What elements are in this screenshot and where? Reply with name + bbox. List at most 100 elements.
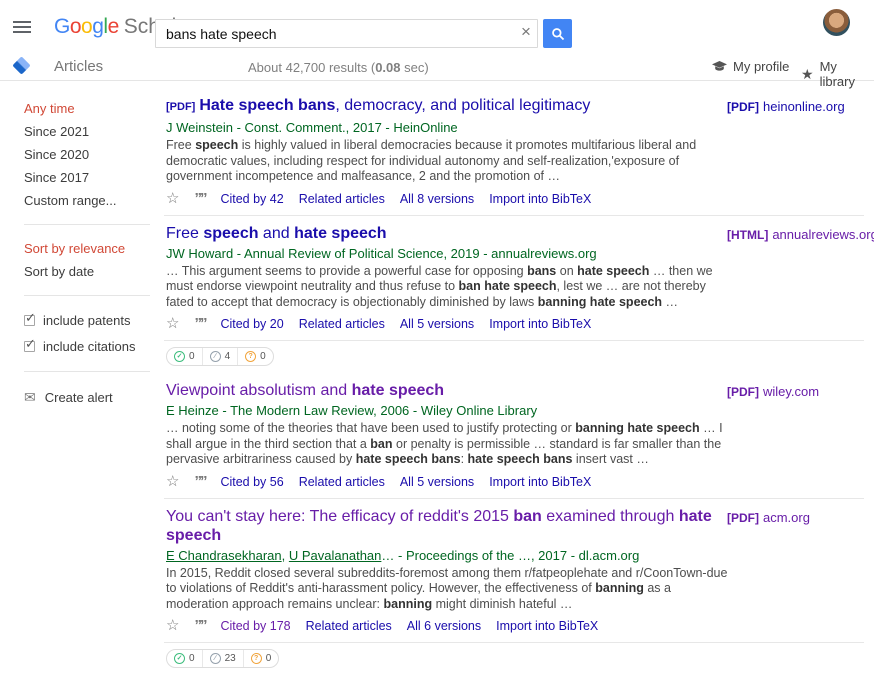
scite-contrasting-count: 0	[266, 653, 272, 664]
search-input[interactable]	[155, 19, 538, 48]
scite-contrasting-icon: ?	[251, 653, 262, 664]
sidebar-filter[interactable]: Custom range...	[24, 194, 164, 207]
sidebar-filter[interactable]: Since 2017	[24, 171, 164, 184]
result-snippet: In 2015, Reddit closed several subreddit…	[166, 566, 730, 613]
search-button[interactable]	[543, 19, 572, 48]
scite-supporting-icon: ✓	[174, 653, 185, 664]
checkbox-icon: ✓	[24, 315, 35, 326]
result-actions: ☆ ”” Cited by 178 Related articles All 6 ver…	[166, 619, 864, 633]
result-title-link[interactable]: Viewpoint absolutism and hate speech	[166, 381, 728, 400]
sidebar-divider	[24, 371, 150, 372]
result-snippet: … This argument seems to provide a power…	[166, 264, 730, 311]
related-articles-link[interactable]: Related articles	[299, 317, 385, 331]
result-actions: ☆ ”” Cited by 56 Related articles All 5 vers…	[166, 475, 864, 489]
save-star-icon[interactable]: ☆	[166, 476, 179, 488]
articles-icon[interactable]	[12, 56, 30, 74]
fulltext-link[interactable]: [PDF]wiley.com	[727, 383, 819, 401]
cite-quote-icon[interactable]: ””	[194, 194, 205, 204]
sub-header: Articles About 42,700 results (0.08 sec)…	[0, 56, 874, 81]
scite-supporting-count: 0	[189, 653, 195, 664]
pdf-tag: [PDF]	[166, 101, 195, 113]
save-star-icon[interactable]: ☆	[166, 620, 179, 632]
results-list: [PDF]Hate speech bans, democracy, and po…	[164, 82, 864, 675]
related-articles-link[interactable]: Related articles	[306, 619, 392, 633]
fulltext-domain: wiley.com	[763, 384, 819, 399]
checkmark-icon: ✓	[25, 336, 36, 352]
result-byline: J Weinstein - Const. Comment., 2017 - He…	[166, 120, 728, 136]
scite-supporting-count: 0	[189, 351, 195, 362]
all-versions-link[interactable]: All 5 versions	[400, 475, 474, 489]
all-versions-link[interactable]: All 8 versions	[400, 192, 474, 206]
cited-by-link[interactable]: Cited by 178	[220, 619, 290, 633]
sidebar-filter[interactable]: Since 2021	[24, 125, 164, 138]
scite-mentioning: ∕4	[203, 348, 239, 365]
fulltext-link[interactable]: [PDF] heinonline.org	[727, 98, 845, 116]
scite-contrasting: ?0	[244, 650, 279, 667]
cite-quote-icon[interactable]: ””	[194, 319, 205, 329]
sidebar-sort[interactable]: Sort by relevance	[24, 242, 164, 255]
sidebar-filter[interactable]: Since 2020	[24, 148, 164, 161]
result-title-link[interactable]: Free speech and hate speech	[166, 224, 728, 243]
search-result: Viewpoint absolutism and hate speechE He…	[164, 373, 864, 499]
top-bar: GoogleScholar ×	[0, 0, 874, 56]
cited-by-link[interactable]: Cited by 20	[220, 317, 283, 331]
import-bibtex-link[interactable]: Import into BibTeX	[489, 317, 591, 331]
result-title-link[interactable]: You can't stay here: The efficacy of red…	[166, 507, 728, 545]
result-snippet: … noting some of the theories that have …	[166, 421, 730, 468]
fulltext-tag: [PDF]	[727, 100, 759, 114]
related-articles-link[interactable]: Related articles	[299, 192, 385, 206]
results-stats: About 42,700 results (0.08 sec)	[248, 60, 429, 75]
sidebar: Any time Since 2021 Since 2020 Since 2017 Cu…	[0, 82, 164, 406]
scite-mentioning: ∕23	[203, 650, 244, 667]
create-alert-button[interactable]: ✉ Create alert	[24, 389, 164, 406]
import-bibtex-link[interactable]: Import into BibTeX	[489, 475, 591, 489]
checkbox-label: include patents	[43, 313, 130, 328]
all-versions-link[interactable]: All 5 versions	[400, 317, 474, 331]
scite-mentioning-count: 23	[225, 653, 236, 664]
cited-by-link[interactable]: Cited by 42	[220, 192, 283, 206]
scite-badge[interactable]: ✓0∕23?0	[166, 649, 279, 668]
scite-supporting-icon: ✓	[174, 351, 185, 362]
related-articles-link[interactable]: Related articles	[299, 475, 385, 489]
checkbox-icon: ✓	[24, 341, 35, 352]
fulltext-domain: acm.org	[763, 510, 810, 525]
sidebar-filter[interactable]: Any time	[24, 102, 164, 115]
import-bibtex-link[interactable]: Import into BibTeX	[496, 619, 598, 633]
import-bibtex-link[interactable]: Import into BibTeX	[489, 192, 591, 206]
save-star-icon[interactable]: ☆	[166, 193, 179, 205]
scite-contrasting-icon: ?	[245, 351, 256, 362]
sidebar-divider	[24, 295, 150, 296]
fulltext-tag: [PDF]	[727, 511, 759, 525]
scite-contrasting-count: 0	[260, 351, 266, 362]
result-title-link[interactable]: [PDF]Hate speech bans, democracy, and po…	[166, 96, 728, 117]
hamburger-menu-icon[interactable]	[13, 21, 31, 35]
library-star-icon: ★	[801, 66, 814, 83]
sidebar-checkbox-row[interactable]: ✓ include patents	[24, 313, 164, 328]
articles-label: Articles	[54, 58, 103, 75]
sidebar-checkbox-row[interactable]: ✓ include citations	[24, 339, 164, 354]
search-result: [PDF]Hate speech bans, democracy, and po…	[164, 88, 864, 216]
result-byline: JW Howard - Annual Review of Political S…	[166, 246, 728, 262]
graduation-cap-icon	[712, 61, 727, 73]
checkbox-label: include citations	[43, 339, 136, 354]
clear-search-icon[interactable]: ×	[517, 22, 535, 42]
search-result: Free speech and hate speech JW Howard - A…	[164, 216, 864, 342]
fulltext-tag: [HTML]	[727, 228, 768, 242]
sidebar-sort[interactable]: Sort by date	[24, 265, 164, 278]
cite-quote-icon[interactable]: ””	[194, 477, 205, 487]
result-actions: ☆ ”” Cited by 20 Related articles All 5 vers…	[166, 317, 864, 331]
my-profile-link[interactable]: My profile	[712, 59, 789, 74]
fulltext-domain: heinonline.org	[763, 99, 845, 114]
all-versions-link[interactable]: All 6 versions	[407, 619, 481, 633]
fulltext-link[interactable]: [PDF] acm.org	[727, 509, 810, 527]
cite-quote-icon[interactable]: ””	[194, 621, 205, 631]
fulltext-link[interactable]: [HTML] annualreviews.org	[727, 226, 874, 244]
fulltext-domain: annualreviews.org	[772, 227, 874, 242]
scite-supporting: ✓0	[167, 650, 203, 667]
scite-supporting: ✓0	[167, 348, 203, 365]
avatar[interactable]	[823, 9, 850, 36]
scite-badge[interactable]: ✓0∕4?0	[166, 347, 274, 366]
cited-by-link[interactable]: Cited by 56	[220, 475, 283, 489]
save-star-icon[interactable]: ☆	[166, 318, 179, 330]
create-alert-label: Create alert	[45, 390, 113, 405]
